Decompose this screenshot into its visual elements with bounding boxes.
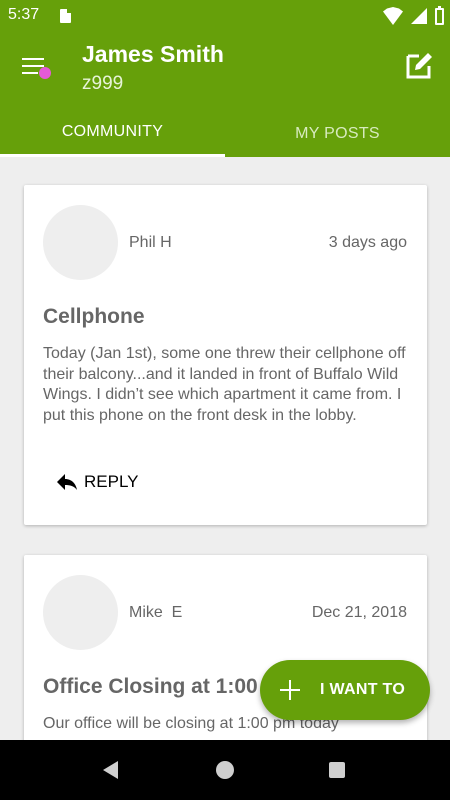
recents-icon[interactable] — [329, 762, 345, 778]
compose-icon[interactable] — [402, 50, 434, 82]
tab-community[interactable]: COMMUNITY — [0, 110, 225, 157]
status-icons — [383, 5, 444, 25]
status-time: 5:37 — [8, 6, 40, 23]
app-bar: James Smith z999 COMMUNITY MY POSTS — [0, 32, 450, 157]
reply-label: REPLY — [84, 472, 139, 491]
wifi-icon — [383, 7, 403, 25]
post-date: 3 days ago — [328, 234, 407, 251]
system-nav-bar — [0, 740, 450, 800]
reply-icon — [57, 474, 77, 490]
post-author: Phil H — [129, 234, 172, 251]
menu-line — [22, 65, 44, 67]
back-icon[interactable] — [103, 761, 118, 779]
tab-my-posts[interactable]: MY POSTS — [225, 110, 450, 157]
tab-bar: COMMUNITY MY POSTS — [0, 110, 450, 157]
avatar — [43, 205, 118, 280]
plus-icon — [280, 680, 300, 700]
signal-icon — [411, 8, 427, 24]
post-body: Today (Jan 1st), some one threw their ce… — [43, 345, 406, 424]
i-want-to-button[interactable]: I WANT TO — [260, 660, 430, 720]
menu-icon[interactable] — [22, 56, 51, 79]
menu-line — [22, 58, 44, 60]
post-title: Cellphone — [43, 305, 145, 328]
notification-dot — [39, 67, 51, 79]
sd-card-icon — [60, 9, 71, 23]
post-title: Office Closing at 1:00 — [43, 675, 258, 698]
post-author: Mike E — [129, 604, 183, 621]
post-feed[interactable]: Phil H 3 days ago Cellphone Today (Jan 1… — [0, 157, 450, 740]
menu-line — [22, 72, 38, 74]
battery-icon — [435, 5, 444, 25]
fab-label: I WANT TO — [320, 681, 406, 698]
reply-button[interactable]: REPLY — [56, 472, 139, 492]
user-id: z999 — [82, 73, 124, 94]
post-date: Dec 21, 2018 — [311, 604, 407, 621]
post-card[interactable]: Phil H 3 days ago Cellphone Today (Jan 1… — [24, 185, 427, 525]
avatar — [43, 575, 118, 650]
status-bar: 5:37 — [0, 0, 450, 32]
home-icon[interactable] — [216, 761, 234, 779]
user-name: James Smith — [82, 41, 224, 67]
